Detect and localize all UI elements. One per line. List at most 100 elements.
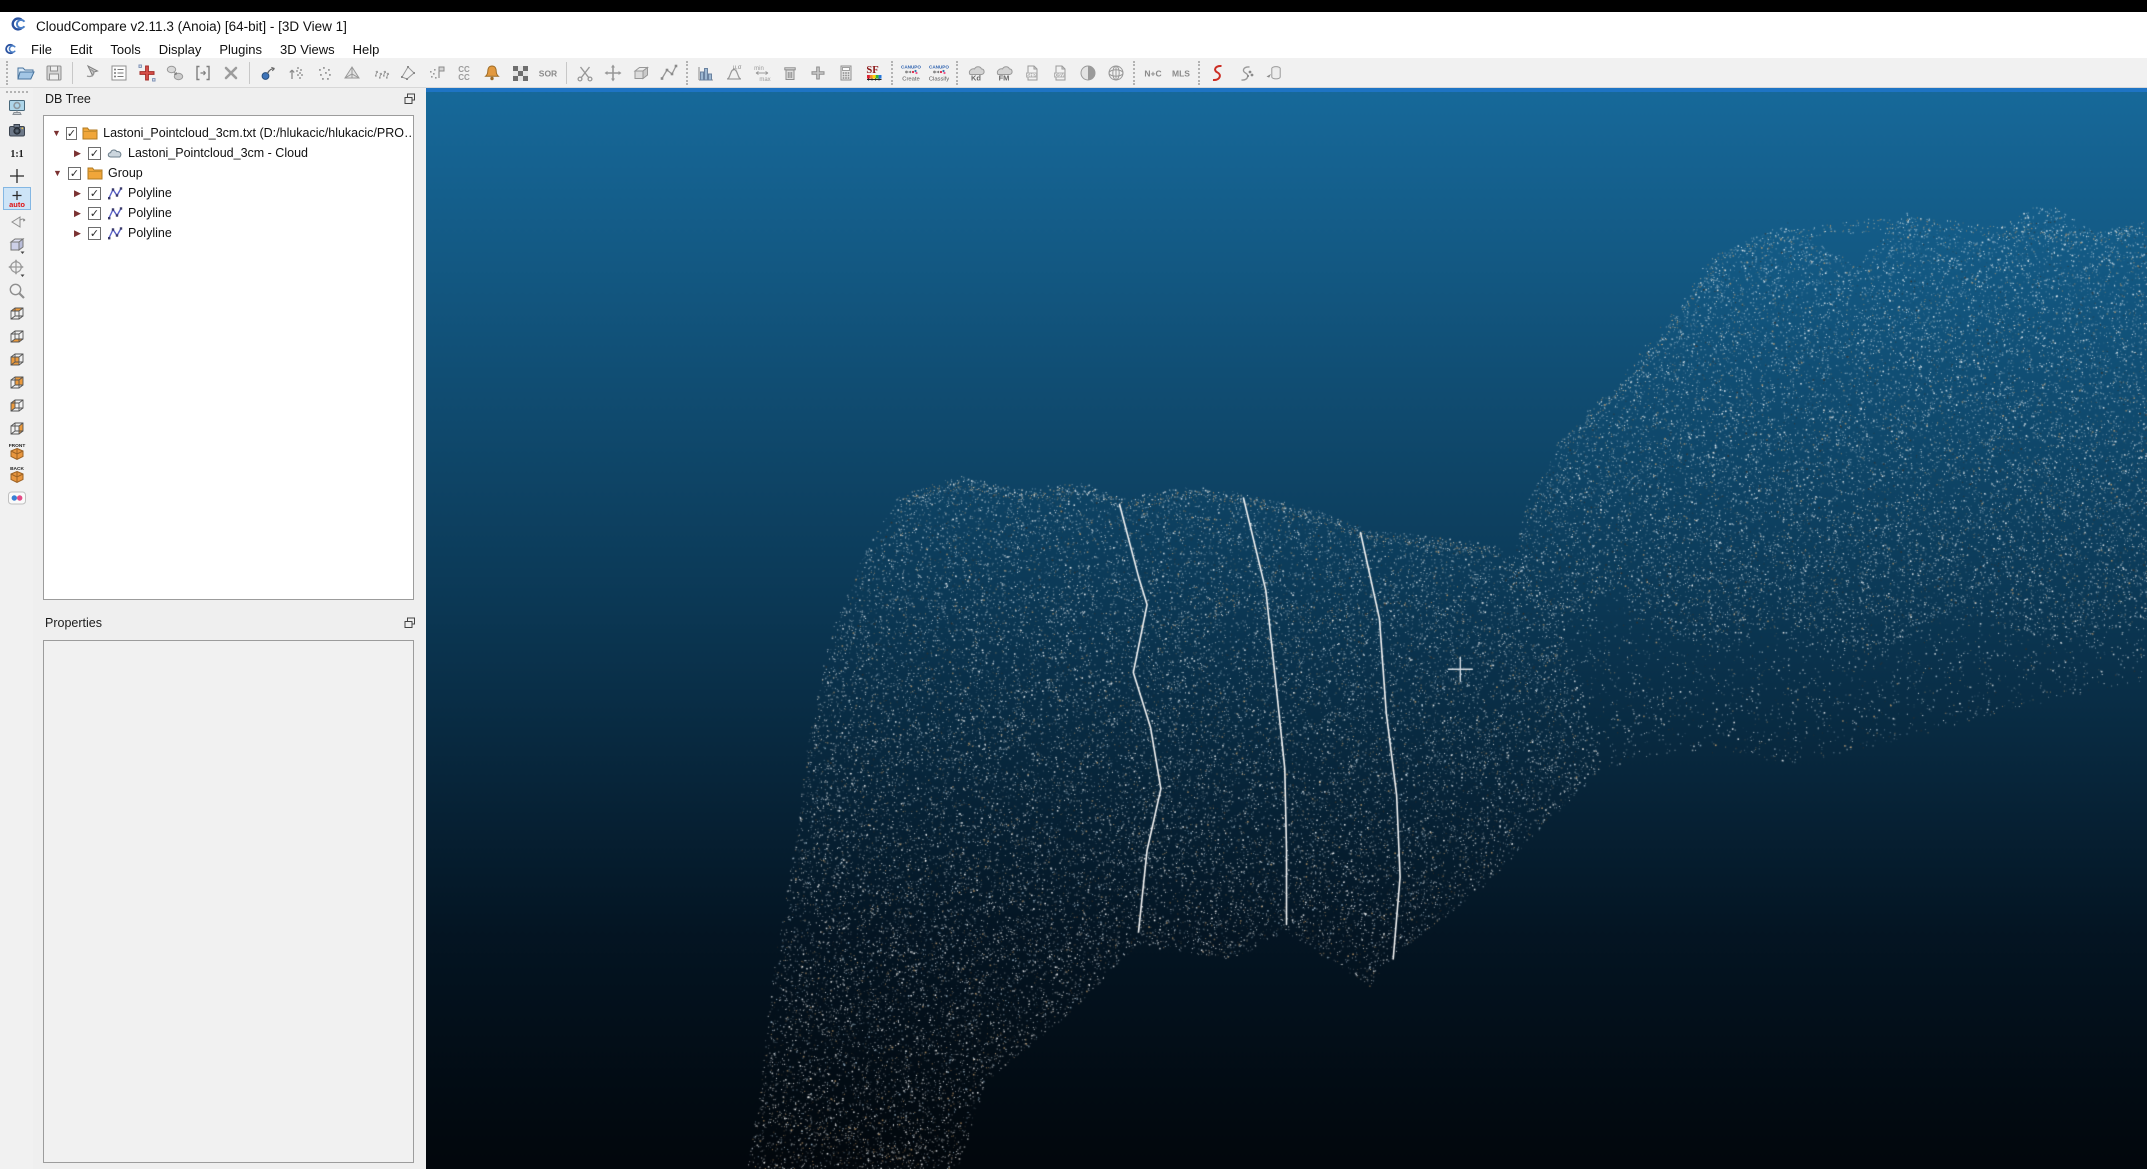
toolbar-drag-handle[interactable] — [891, 60, 893, 85]
sf-filter-by-value-button[interactable]: min max — [748, 60, 776, 86]
view-iso-front-button[interactable]: FRONT — [3, 440, 31, 463]
toolbar-drag-handle[interactable] — [956, 60, 958, 85]
zoom-global-button[interactable] — [3, 164, 31, 187]
menu-edit[interactable]: Edit — [61, 42, 101, 57]
db-tree-float-button[interactable] — [403, 92, 417, 106]
sor-filter-button[interactable]: SOR — [534, 60, 562, 86]
rotate-camera-button[interactable] — [3, 210, 31, 233]
toolbar-drag-handle[interactable] — [1198, 60, 1200, 85]
align-button[interactable] — [161, 60, 189, 86]
orient-normals-button[interactable] — [394, 60, 422, 86]
gaussian-filter-button[interactable] — [478, 60, 506, 86]
screenshot-button[interactable] — [3, 118, 31, 141]
segment-button[interactable] — [571, 60, 599, 86]
expand-arrow-icon[interactable]: ▶ — [72, 143, 83, 163]
tree-item-polyline[interactable]: ▶ ✓ Polyline — [44, 183, 413, 203]
compute-mesh-button[interactable] — [338, 60, 366, 86]
mls-smoothing-button[interactable]: MLS — [1167, 60, 1195, 86]
point-picking-button[interactable] — [254, 60, 282, 86]
point-cloud-canvas[interactable] — [426, 92, 2147, 1169]
export-shp-button[interactable]: SHP — [1018, 60, 1046, 86]
sf-gaussian-filter-button[interactable]: μ,σ — [720, 60, 748, 86]
render-sphere-button[interactable] — [1074, 60, 1102, 86]
translate-rotate-button[interactable] — [599, 60, 627, 86]
globe-button[interactable] — [1102, 60, 1130, 86]
sf-delete-button[interactable] — [776, 60, 804, 86]
visibility-checkbox[interactable]: ✓ — [88, 186, 101, 200]
save-button[interactable] — [40, 60, 68, 86]
sf-add-button[interactable] — [804, 60, 832, 86]
collapse-arrow-icon[interactable]: ▼ — [52, 163, 63, 183]
unroll-button[interactable] — [1260, 60, 1288, 86]
expand-arrow-icon[interactable]: ▶ — [72, 203, 83, 223]
zoom-magnifier-button[interactable] — [3, 279, 31, 302]
normals-and-curvature-button[interactable]: N+C — [1139, 60, 1167, 86]
view-right-button[interactable] — [3, 417, 31, 440]
view-bottom-button[interactable] — [3, 325, 31, 348]
menu-file[interactable]: File — [22, 42, 61, 57]
view-back-button[interactable] — [3, 371, 31, 394]
merge-button[interactable] — [133, 60, 161, 86]
apply-transformation-button[interactable] — [189, 60, 217, 86]
sample-points-button[interactable] — [310, 60, 338, 86]
kd-tree-button[interactable]: Kd — [962, 60, 990, 86]
expand-arrow-icon[interactable]: ▶ — [72, 183, 83, 203]
expand-arrow-icon[interactable]: ▶ — [72, 223, 83, 243]
menu-help[interactable]: Help — [344, 42, 389, 57]
toolbar-drag-handle[interactable] — [1133, 60, 1135, 85]
canupo-create-button[interactable]: CANUPO Create — [897, 60, 925, 86]
toolbar-drag-handle[interactable] — [5, 91, 28, 93]
stereo-mode-button[interactable] — [3, 486, 31, 509]
sf-show-histogram-button[interactable] — [692, 60, 720, 86]
tree-item-group[interactable]: ▼ ✓ Group — [44, 163, 413, 183]
toolbar-drag-handle[interactable] — [6, 60, 8, 85]
cross-section-button[interactable] — [627, 60, 655, 86]
attributes-list-button[interactable] — [105, 60, 133, 86]
interactive-label-button[interactable] — [422, 60, 450, 86]
export-csv-button[interactable]: CSV — [1046, 60, 1074, 86]
view-top-button[interactable] — [3, 302, 31, 325]
contour-extraction-button[interactable] — [1204, 60, 1232, 86]
zoom-1-1-button[interactable]: 1:1 — [3, 141, 31, 164]
sf-color-scale-button[interactable]: SF — [860, 60, 888, 86]
point-list-picking-button[interactable] — [282, 60, 310, 86]
toggle-pivot-button[interactable] — [3, 256, 31, 279]
visibility-checkbox[interactable]: ✓ — [88, 206, 101, 220]
menu-display[interactable]: Display — [150, 42, 211, 57]
tree-item-lastoni_pointcloud_3cmtxt[interactable]: ▼ ✓ Lastoni_Pointcloud_3cm.txt (D:/hlukaci… — [44, 123, 413, 143]
view-left-button[interactable] — [3, 394, 31, 417]
refresh-display-button[interactable] — [3, 95, 31, 118]
noise-filter-button[interactable] — [506, 60, 534, 86]
visibility-checkbox[interactable]: ✓ — [65, 126, 78, 140]
collapse-arrow-icon[interactable]: ▼ — [52, 123, 61, 143]
tree-item-polyline[interactable]: ▶ ✓ Polyline — [44, 223, 413, 243]
tree-item-lastoni_pointcloud_3cm[interactable]: ▶ ✓ Lastoni_Pointcloud_3cm - Cloud — [44, 143, 413, 163]
toolbar-drag-handle[interactable] — [686, 60, 688, 85]
delete-button[interactable] — [217, 60, 245, 86]
fast-marching-button[interactable]: FM — [990, 60, 1018, 86]
set-view-orientation-button[interactable] — [3, 233, 31, 256]
auto-pick-rotation-center-button[interactable]: auto — [2, 187, 31, 210]
polyline-icon — [106, 226, 123, 241]
open-button[interactable] — [12, 60, 40, 86]
svg-text:CC: CC — [458, 73, 470, 82]
view-iso-back-button[interactable]: BACK — [3, 463, 31, 486]
cloud-cloud-distance-button[interactable]: CC CC — [450, 60, 478, 86]
menu-plugins[interactable]: Plugins — [210, 42, 271, 57]
visibility-checkbox[interactable]: ✓ — [88, 226, 101, 240]
view-front-button[interactable] — [3, 348, 31, 371]
compute-normals-button[interactable] — [366, 60, 394, 86]
clone-button[interactable] — [77, 60, 105, 86]
canupo-classify-button[interactable]: CANUPO Classify — [925, 60, 953, 86]
menu-3d-views[interactable]: 3D Views — [271, 42, 344, 57]
visibility-checkbox[interactable]: ✓ — [68, 166, 81, 180]
properties-float-button[interactable] — [403, 616, 417, 630]
trace-polyline-button[interactable] — [655, 60, 683, 86]
tree-item-polyline[interactable]: ▶ ✓ Polyline — [44, 203, 413, 223]
viewport-3d[interactable] — [426, 88, 2147, 1169]
sections-button[interactable] — [1232, 60, 1260, 86]
sf-arithmetic-button[interactable] — [832, 60, 860, 86]
menu-tools[interactable]: Tools — [101, 42, 149, 57]
visibility-checkbox[interactable]: ✓ — [88, 146, 101, 160]
mdi-child-icon[interactable] — [0, 42, 22, 56]
